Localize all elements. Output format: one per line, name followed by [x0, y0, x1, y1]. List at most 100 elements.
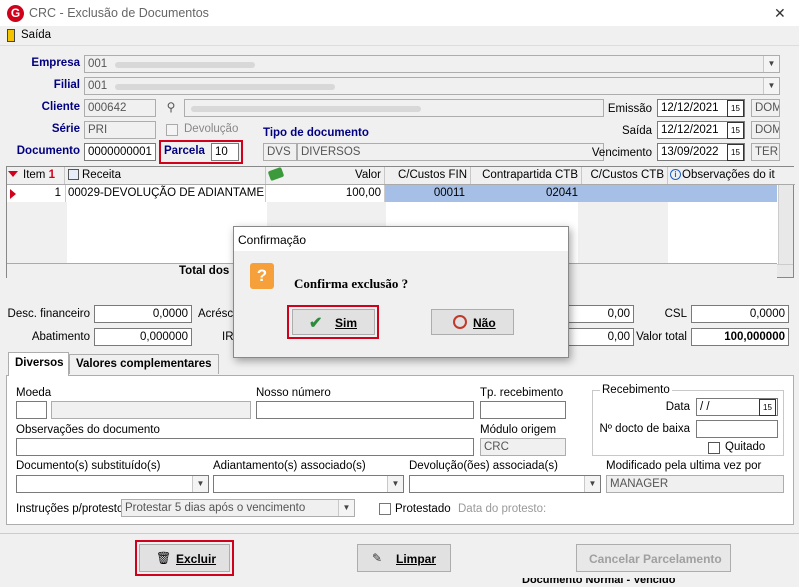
- table-row[interactable]: 1 00029-DEVOLUÇÃO DE ADIANTAME... 100,00…: [7, 185, 777, 202]
- nosso-numero-field[interactable]: [256, 401, 474, 419]
- calendar-icon[interactable]: 15: [727, 122, 744, 139]
- chevron-down-icon[interactable]: ▼: [763, 56, 779, 72]
- filial-label: Filial: [53, 79, 80, 91]
- empresa-select[interactable]: 001 ▼: [84, 55, 780, 73]
- tipo-documento-label: Tipo de documento: [263, 127, 369, 139]
- acresc-label: Acrésc: [198, 308, 234, 320]
- calendar-icon[interactable]: 15: [727, 144, 744, 161]
- empresa-label: Empresa: [31, 57, 80, 69]
- col-observacoes[interactable]: Observações do it: [668, 167, 778, 184]
- limpar-button[interactable]: ✎ Limpar: [357, 544, 451, 572]
- eraser-icon: ✎: [372, 551, 383, 565]
- adiantamento-select[interactable]: ▼: [213, 475, 404, 493]
- desc-fin-field[interactable]: 0,0000: [94, 305, 192, 323]
- devolucao-label: Devolução: [184, 123, 239, 135]
- cliente-name-field: [184, 99, 604, 117]
- binoculars-search-icon[interactable]: ⚲: [162, 100, 180, 117]
- cliente-code-field[interactable]: 000642: [84, 99, 156, 117]
- vencimento-label: Vencimento: [591, 147, 652, 159]
- question-icon: ?: [250, 263, 274, 289]
- desc-fin-label: Desc. financeiro: [7, 308, 90, 320]
- serie-field[interactable]: PRI: [84, 121, 156, 139]
- csl-label: CSL: [664, 308, 687, 320]
- abatimento-label: Abatimento: [31, 331, 90, 343]
- close-icon[interactable]: ✕: [774, 5, 786, 22]
- obs-documento-label: Observações do documento: [16, 424, 160, 436]
- moeda-field[interactable]: [16, 401, 47, 419]
- data-label: Data: [665, 401, 690, 413]
- devolucao-assoc-select[interactable]: ▼: [409, 475, 601, 493]
- chevron-down-icon[interactable]: ▼: [338, 500, 354, 516]
- tp-recebimento-field[interactable]: [480, 401, 566, 419]
- moeda-desc-field: [51, 401, 251, 419]
- emissao-label: Emissão: [607, 103, 652, 115]
- modulo-origem-label: Módulo origem: [480, 424, 557, 436]
- grid-total-label: Total dos: [179, 265, 230, 277]
- sim-button[interactable]: ✔ Sim: [292, 309, 375, 335]
- sort-indicator-icon: [8, 171, 18, 177]
- modificado-label: Modificado pela ultima vez por: [606, 460, 762, 472]
- devolucao-checkbox[interactable]: [166, 124, 178, 136]
- dialog-title-bar: Confirmação: [234, 227, 568, 251]
- checkmark-icon: ✔: [309, 315, 323, 332]
- instrucoes-label: Instruções p/protesto: [16, 503, 124, 515]
- col-ccfin[interactable]: C/Custos FIN: [385, 167, 471, 184]
- emissao-day: DOM: [751, 99, 780, 117]
- sort-order-icon: 1: [48, 169, 55, 181]
- documento-field[interactable]: 0000000001: [84, 143, 156, 161]
- tipo-code-field[interactable]: DVS: [263, 143, 297, 161]
- col-contrapartida[interactable]: Contrapartida CTB: [471, 167, 582, 184]
- quitado-checkbox[interactable]: [708, 442, 720, 454]
- cancel-circle-icon: [453, 315, 467, 329]
- valor-total-label: Valor total: [636, 331, 687, 343]
- col-cccTB[interactable]: C/Custos CTB: [582, 167, 668, 184]
- doc-substituido-select[interactable]: ▼: [16, 475, 209, 493]
- col-receita[interactable]: Receita: [66, 167, 266, 184]
- chevron-down-icon[interactable]: ▼: [584, 476, 600, 492]
- documento-label: Documento: [16, 145, 80, 157]
- devolucao-assoc-label: Devolução(ões) associada(s): [409, 460, 558, 472]
- instrucoes-select[interactable]: Protestar 5 dias após o vencimento ▼: [121, 499, 355, 517]
- csl-field[interactable]: 0,0000: [691, 305, 789, 323]
- col-item[interactable]: Item 1: [19, 167, 65, 184]
- parcela-field[interactable]: 10: [211, 143, 239, 161]
- cancelar-parcelamento-button[interactable]: Cancelar Parcelamento: [576, 544, 731, 572]
- edit-doc-icon: [68, 169, 79, 180]
- ndocto-label: Nº docto de baixa: [599, 423, 690, 435]
- menu-exit[interactable]: Saída: [21, 29, 51, 41]
- modulo-origem-field: CRC: [480, 438, 566, 456]
- vencimento-day: TER: [751, 143, 780, 161]
- tipo-desc-field: DIVERSOS: [297, 143, 604, 161]
- excluir-button[interactable]: 🗑 Excluir: [139, 544, 230, 572]
- tab-valores-complementares[interactable]: Valores complementares: [69, 354, 219, 374]
- moeda-label: Moeda: [16, 387, 52, 399]
- protestado-checkbox[interactable]: [379, 503, 391, 515]
- recebimento-group-label: Recebimento: [600, 384, 672, 396]
- row-pointer-icon: [10, 189, 16, 199]
- parcela-label: Parcela: [164, 145, 205, 157]
- dialog-message: Confirma exclusão ?: [294, 276, 409, 291]
- chevron-down-icon[interactable]: ▼: [192, 476, 208, 492]
- chevron-down-icon[interactable]: ▼: [387, 476, 403, 492]
- tab-diversos[interactable]: Diversos: [8, 352, 69, 376]
- calendar-icon[interactable]: 15: [727, 100, 744, 117]
- protestado-label: Protestado: [395, 503, 451, 515]
- tp-recebimento-label: Tp. recebimento: [480, 387, 564, 399]
- ir-label: IR: [222, 331, 234, 343]
- calendar-icon[interactable]: 15: [759, 399, 776, 416]
- obs-documento-field[interactable]: [16, 438, 474, 456]
- modificado-field: MANAGER: [606, 475, 784, 493]
- ndocto-field[interactable]: [696, 420, 778, 438]
- title-bar: G CRC - Exclusão de Documentos ✕: [0, 0, 799, 26]
- app-logo-icon: G: [7, 5, 24, 22]
- filial-select[interactable]: 001 ▼: [84, 77, 780, 95]
- nao-button[interactable]: Não: [431, 309, 514, 335]
- total-field-2[interactable]: 0,00: [568, 328, 634, 346]
- chevron-down-icon[interactable]: ▼: [763, 78, 779, 94]
- adiantamento-label: Adiantamento(s) associado(s): [213, 460, 366, 472]
- vertical-scrollbar[interactable]: [778, 185, 793, 265]
- menu-bar: Saída: [0, 26, 799, 46]
- abatimento-field[interactable]: 0,000000: [94, 328, 192, 346]
- valor-total-field: 100,000000: [691, 328, 789, 346]
- total-field-1[interactable]: 0,00: [568, 305, 634, 323]
